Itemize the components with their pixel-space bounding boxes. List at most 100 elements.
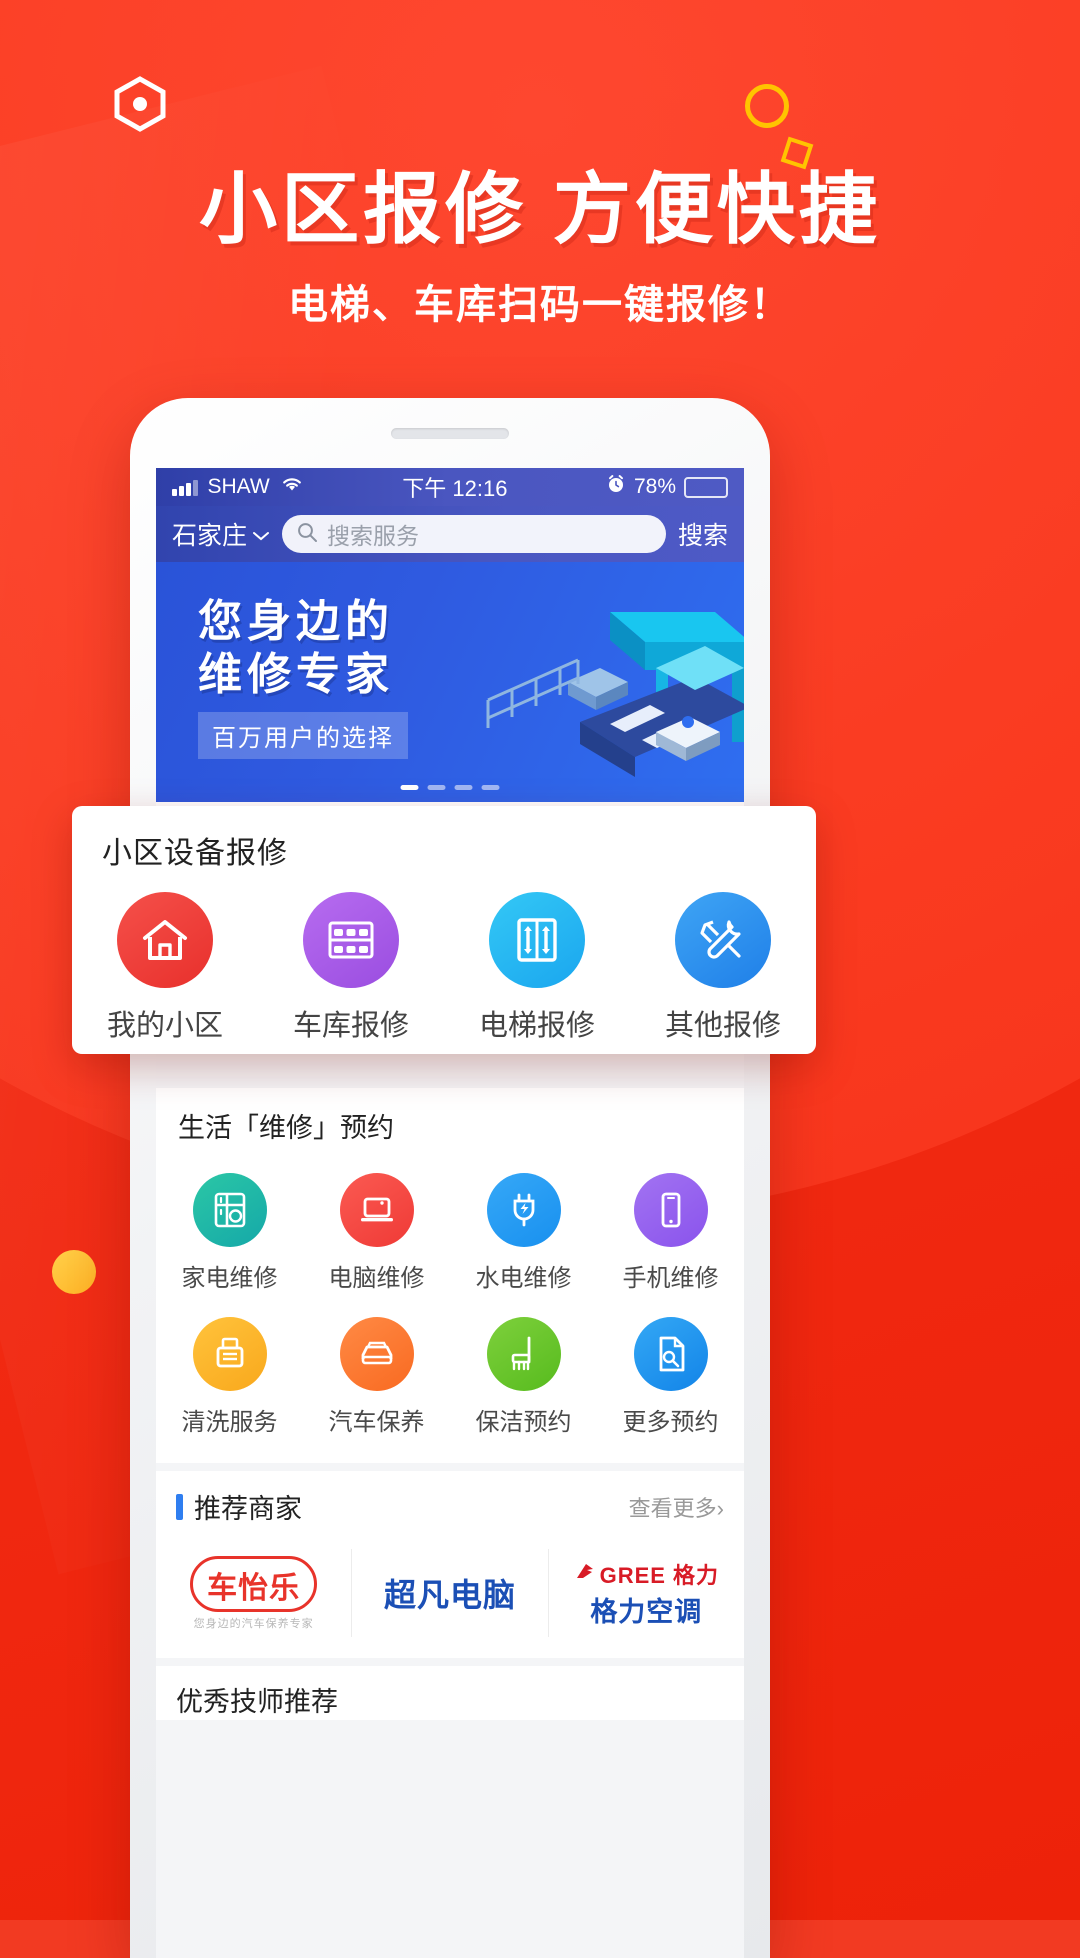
life-item-label: 更多预约 <box>622 1409 719 1436</box>
phone-mockup: SHAW 下午 12:16 78% 石家庄 搜索服务 搜索 您身边的 维修专家 … <box>130 398 770 1958</box>
hero-banner[interactable]: 您身边的 维修专家 百万用户的选择 <box>156 562 744 802</box>
life-repair-section: 生活「维修」预约 家电维修 电脑维修 水电维修 手机维修 清洗服务 汽车保养 保… <box>156 1088 744 1463</box>
section-accent-bar <box>176 1493 183 1520</box>
gree-mark-icon <box>574 1561 596 1586</box>
view-more-link[interactable]: 查看更多› <box>629 1491 724 1523</box>
phone-icon <box>633 1173 708 1247</box>
search-placeholder: 搜索服务 <box>327 523 420 549</box>
chevron-down-icon <box>252 520 270 549</box>
search-button[interactable]: 搜索 <box>678 516 728 552</box>
life-item-cleaning-service[interactable]: 清洗服务 <box>156 1305 303 1449</box>
life-item-mobile[interactable]: 手机维修 <box>597 1161 744 1305</box>
promo-headline: 小区报修 方便快捷 <box>199 165 881 253</box>
merchant-card-3[interactable]: GREE 格力 格力空调 <box>547 1549 744 1637</box>
merchant-brand-top: GREE 格力 <box>574 1558 719 1590</box>
chevron-right-icon: › <box>716 1495 724 1521</box>
feature-item-my-community[interactable]: 我的小区 <box>72 892 258 1044</box>
carousel-dot[interactable] <box>427 785 446 790</box>
hero-line-2: 维修专家 <box>198 649 394 699</box>
appliance-icon <box>192 1173 267 1247</box>
merchant-header: 推荐商家 查看更多› <box>156 1487 744 1538</box>
life-item-laptop[interactable]: 电脑维修 <box>303 1161 450 1305</box>
wifi-icon <box>280 475 304 499</box>
hero-line-1: 您身边的 <box>198 597 394 646</box>
car-icon <box>339 1317 414 1391</box>
phone-screen: SHAW 下午 12:16 78% 石家庄 搜索服务 搜索 您身边的 维修专家 … <box>156 468 744 1958</box>
carousel-dot[interactable] <box>400 785 419 790</box>
feature-item-elevator-repair[interactable]: 电梯报修 <box>444 892 630 1044</box>
clock-label: 下午 12:16 <box>402 476 508 501</box>
merchant-logo-pill: 车怡乐 <box>190 1555 318 1612</box>
merchant-logo-row: 车怡乐 您身边的汽车保养专家 超凡电脑 GREE 格力 格力空调 <box>156 1538 744 1648</box>
elevator-icon <box>489 892 585 988</box>
hero-text-block: 您身边的 维修专家 百万用户的选择 <box>198 596 408 759</box>
status-bar: SHAW 下午 12:16 78% <box>156 468 744 506</box>
hero-carousel-dots[interactable] <box>400 785 500 790</box>
community-repair-title: 小区设备报修 <box>102 837 288 870</box>
dot-decor-icon <box>52 1250 96 1294</box>
life-item-label: 保洁预约 <box>475 1409 572 1436</box>
life-item-label: 水电维修 <box>475 1265 572 1292</box>
laptop-icon <box>339 1173 414 1247</box>
merchant-logo-gree: GREE 格力 格力空调 <box>574 1558 719 1629</box>
life-item-more[interactable]: 更多预约 <box>597 1305 744 1449</box>
life-repair-grid: 家电维修 电脑维修 水电维修 手机维修 清洗服务 汽车保养 保洁预约 更多预约 <box>156 1161 744 1449</box>
carousel-dot[interactable] <box>454 785 473 790</box>
merchant-subname: 格力空调 <box>590 1596 703 1627</box>
life-item-label: 汽车保养 <box>328 1409 425 1436</box>
washer-icon <box>192 1317 267 1391</box>
feature-item-other-repair[interactable]: 其他报修 <box>630 892 816 1044</box>
community-repair-grid: 我的小区 车库报修 电梯报修 其他报修 <box>72 892 816 1044</box>
life-item-label: 清洗服务 <box>181 1409 278 1436</box>
more-doc-icon <box>633 1317 708 1391</box>
garage-icon <box>303 892 399 988</box>
battery-percent-label: 78% <box>633 475 676 498</box>
merchant-logo-che-yi-le: 车怡乐 您身边的汽车保养专家 <box>190 1555 318 1631</box>
life-repair-title: 生活「维修」预约 <box>178 1113 394 1143</box>
life-item-label: 手机维修 <box>622 1265 719 1292</box>
signal-bars-icon <box>172 479 198 496</box>
hero-tagline: 百万用户的选择 <box>198 711 408 759</box>
phone-speaker-grille <box>391 428 509 439</box>
feature-item-label: 我的小区 <box>106 1010 223 1042</box>
city-selector[interactable]: 石家庄 <box>172 516 270 552</box>
app-search-bar: 石家庄 搜索服务 搜索 <box>156 506 744 562</box>
circle-decor-icon <box>745 84 789 128</box>
merchant-name: 超凡电脑 <box>383 1577 516 1613</box>
carrier-label: SHAW <box>207 475 270 498</box>
life-item-label: 家电维修 <box>181 1265 278 1292</box>
plug-icon <box>486 1173 561 1247</box>
merchant-card-1[interactable]: 车怡乐 您身边的汽车保养专家 <box>156 1549 351 1637</box>
battery-icon <box>684 476 728 498</box>
merchant-name: 车怡乐 <box>207 1571 301 1605</box>
wrench-icon <box>675 892 771 988</box>
feature-item-label: 其他报修 <box>664 1010 781 1042</box>
view-more-label: 查看更多 <box>628 1495 717 1521</box>
mop-icon <box>486 1317 561 1391</box>
merchant-name: GREE 格力 <box>599 1562 720 1588</box>
status-bar-right: 78% <box>606 474 728 500</box>
recommended-merchants-section: 推荐商家 查看更多› 车怡乐 您身边的汽车保养专家 超凡电脑 GREE 格力 格… <box>156 1471 744 1658</box>
merchant-section-title: 推荐商家 <box>194 1494 302 1524</box>
life-item-plumbing[interactable]: 水电维修 <box>450 1161 597 1305</box>
merchant-card-2[interactable]: 超凡电脑 <box>351 1549 547 1637</box>
life-item-housekeeping[interactable]: 保洁预约 <box>450 1305 597 1449</box>
city-label: 石家庄 <box>172 522 248 550</box>
alarm-clock-icon <box>606 474 626 500</box>
home-icon <box>117 892 213 988</box>
hexagon-decor-icon <box>112 76 168 132</box>
carousel-dot[interactable] <box>481 785 500 790</box>
bottom-section-peek: 优秀技师推荐 <box>156 1666 744 1720</box>
feature-item-garage-repair[interactable]: 车库报修 <box>258 892 444 1044</box>
merchant-tagline: 您身边的汽车保养专家 <box>193 1617 314 1630</box>
parking-garage-illustration <box>460 572 744 794</box>
community-repair-card: 小区设备报修 我的小区 车库报修 电梯报修 其他报修 <box>72 806 816 1054</box>
life-item-car-care[interactable]: 汽车保养 <box>303 1305 450 1449</box>
promo-subheadline: 电梯、车库扫码一键报修！ <box>288 283 792 327</box>
search-input[interactable]: 搜索服务 <box>282 515 666 553</box>
life-item-appliance[interactable]: 家电维修 <box>156 1161 303 1305</box>
feature-item-label: 电梯报修 <box>478 1010 595 1042</box>
status-bar-left: SHAW <box>172 475 304 499</box>
life-item-label: 电脑维修 <box>328 1265 425 1292</box>
search-icon <box>296 521 318 548</box>
